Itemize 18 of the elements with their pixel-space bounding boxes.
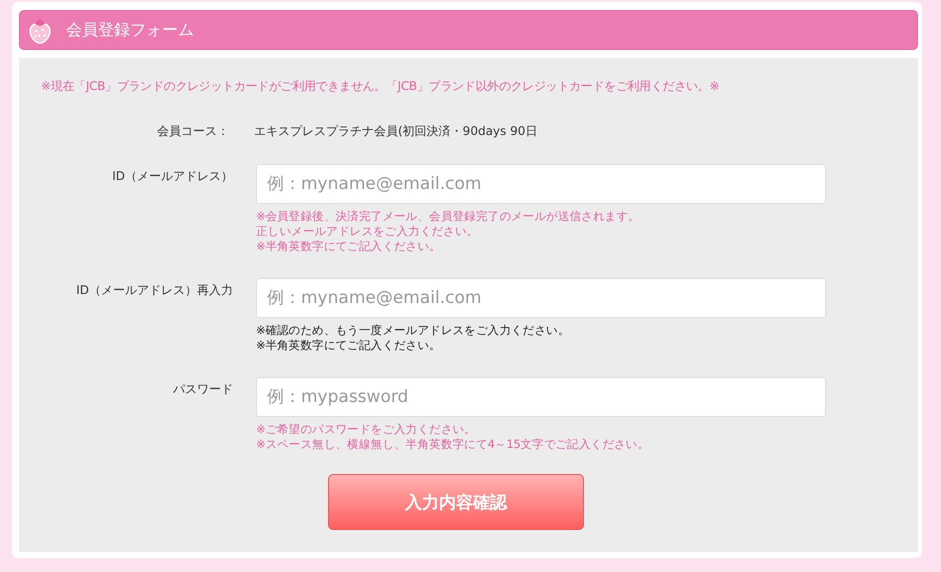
form-title: 会員登録フォーム [66,20,194,40]
course-value: エキスプレスプラチナ会員(初回決済・90days 90日 [254,123,538,140]
hint-text: ※半角英数字にてご記入ください。 [256,338,442,353]
field-label: パスワード [172,381,233,398]
course-label: 会員コース： [156,123,229,140]
field-label: ID（メールアドレス） [111,168,233,185]
notice-text: ※現在「JCB」ブランドのクレジットカードがご利用できません。「JCB」ブランド以外のクレジットカードをご利用ください。※ [41,78,720,95]
hint-text: ※会員登録後、決済完了メール、会員登録完了のメールが送信されます。 [256,209,641,224]
confirm-button[interactable]: 入力内容確認 [328,474,584,530]
hint-text: ※スペース無し、横線無し、半角英数字にて4～15文字でご記入ください。 [256,437,650,452]
hint-text: ※ご希望のパスワードをご入力ください。 [256,422,477,437]
hint-text: ※半角英数字にてご記入ください。 [256,239,442,254]
hint-text: ※確認のため、もう一度メールアドレスをご入力ください。 [256,323,571,338]
field-label: ID（メールアドレス）再入力 [75,282,233,299]
input-field[interactable]: 例：mypassword [256,377,826,417]
input-field[interactable]: 例：myname@email.com [256,278,826,318]
hint-text: 正しいメールアドレスをご入力ください。 [256,224,480,239]
input-field[interactable]: 例：myname@email.com [256,164,826,204]
